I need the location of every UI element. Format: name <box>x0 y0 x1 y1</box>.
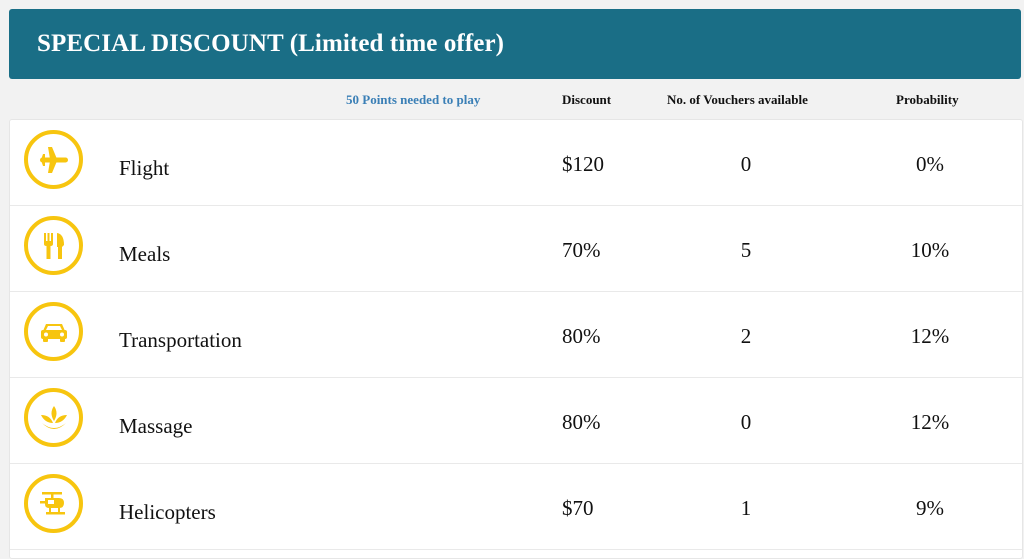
page-title: SPECIAL DISCOUNT (Limited time offer) <box>37 30 505 57</box>
item-probability: 12% <box>910 324 950 348</box>
plane-icon <box>24 130 83 189</box>
item-discount: 80% <box>562 410 601 434</box>
table-row[interactable]: Helicopters $70 1 9% <box>10 464 1022 550</box>
probability-column-header: Probability <box>896 92 959 107</box>
item-discount: 80% <box>562 324 601 348</box>
lotus-icon <box>24 388 83 447</box>
table-row[interactable]: Meals 70% 5 10% <box>10 206 1022 292</box>
fork-knife-icon <box>24 216 83 275</box>
item-name: Transportation <box>119 328 242 352</box>
item-discount: 70% <box>562 238 601 262</box>
item-name: Meals <box>119 242 171 266</box>
item-name: Massage <box>119 414 193 438</box>
offer-header: SPECIAL DISCOUNT (Limited time offer) <box>9 9 1021 79</box>
table-row[interactable]: Massage 80% 0 12% <box>10 378 1022 464</box>
item-vouchers: 1 <box>740 496 752 520</box>
points-needed-note: 50 Points needed to play <box>346 92 481 107</box>
discount-table: Flight $120 0 0% Meals 70% 5 10% Transpo… <box>9 119 1023 559</box>
item-vouchers: 0 <box>740 410 752 434</box>
item-vouchers: 5 <box>740 238 752 262</box>
item-vouchers: 2 <box>740 324 752 348</box>
table-row[interactable]: Flight $120 0 0% <box>10 120 1022 206</box>
item-name: Flight <box>119 156 170 180</box>
table-row[interactable]: Transportation 80% 2 12% <box>10 292 1022 378</box>
item-probability: 9% <box>916 496 944 520</box>
item-probability: 12% <box>910 410 950 434</box>
helicopter-icon <box>24 474 83 533</box>
item-name: Helicopters <box>119 500 216 524</box>
item-discount: $70 <box>562 496 594 520</box>
item-vouchers: 0 <box>740 152 752 176</box>
item-discount: $120 <box>562 152 604 176</box>
item-probability: 0% <box>916 152 944 176</box>
discount-column-header: Discount <box>562 92 612 107</box>
car-icon <box>24 302 83 361</box>
item-probability: 10% <box>910 238 950 262</box>
vouchers-column-header: No. of Vouchers available <box>667 92 808 107</box>
